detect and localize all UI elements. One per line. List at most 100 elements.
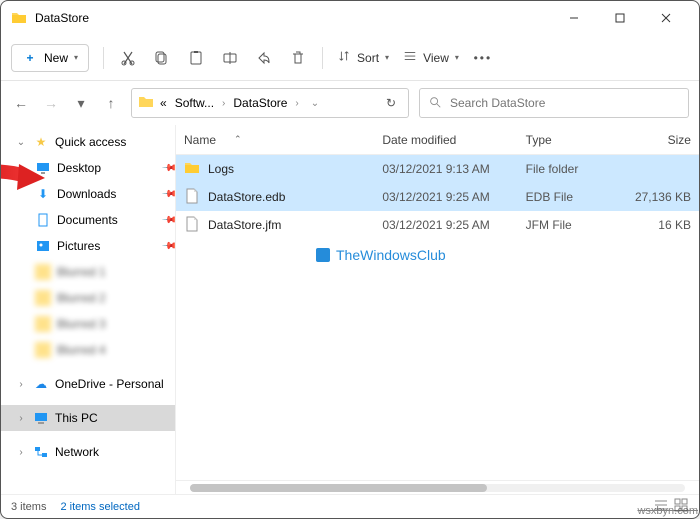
sidebar-item-this-pc[interactable]: › This PC: [1, 405, 175, 431]
column-header-size[interactable]: Size: [611, 133, 699, 147]
close-button[interactable]: [643, 1, 689, 35]
up-button[interactable]: ↑: [101, 93, 121, 113]
sort-indicator-icon: ⌃: [234, 134, 242, 145]
forward-button[interactable]: →: [41, 93, 61, 113]
recent-locations-button[interactable]: ▾: [71, 93, 91, 113]
sort-button[interactable]: Sort ▾: [337, 49, 389, 66]
sidebar-item-quick-access[interactable]: ⌄ ★ Quick access: [1, 129, 175, 155]
sidebar-item-onedrive[interactable]: › ☁ OneDrive - Personal: [1, 371, 175, 397]
window-title: DataStore: [35, 11, 89, 25]
sidebar-item-network[interactable]: › Network: [1, 439, 175, 465]
view-icon: [403, 49, 417, 66]
sidebar-item-blurred[interactable]: Blurred 4: [1, 337, 175, 363]
maximize-button[interactable]: [597, 1, 643, 35]
search-box[interactable]: [419, 88, 689, 118]
column-header-date[interactable]: Date modified: [374, 133, 517, 147]
chevron-right-icon[interactable]: ›: [220, 98, 227, 109]
search-input[interactable]: [450, 96, 680, 110]
new-button[interactable]: + New ▾: [11, 44, 89, 72]
title-bar: DataStore: [1, 1, 699, 35]
file-type: File folder: [518, 162, 611, 176]
sidebar-item-desktop[interactable]: Desktop 📌: [1, 155, 175, 181]
refresh-button[interactable]: ↻: [380, 96, 402, 110]
pin-icon: 📌: [160, 212, 176, 229]
chevron-right-icon[interactable]: ›: [293, 98, 300, 109]
status-bar: 3 items 2 items selected: [1, 494, 699, 518]
breadcrumb[interactable]: DataStore: [231, 96, 289, 110]
address-bar[interactable]: « Softw... › DataStore › ⌄ ↻: [131, 88, 409, 118]
column-header-name[interactable]: Name ⌃: [176, 133, 374, 147]
chevron-down-icon: ▾: [74, 53, 78, 62]
search-icon: [428, 95, 442, 112]
file-row[interactable]: DataStore.edb 03/12/2021 9:25 AMEDB File2…: [176, 183, 699, 211]
chevron-down-icon: ▾: [385, 53, 389, 62]
pin-icon: 📌: [160, 238, 176, 255]
rename-icon[interactable]: [220, 48, 240, 68]
file-date: 03/12/2021 9:25 AM: [374, 218, 517, 232]
file-rows: TheWindowsClub Logs 03/12/2021 9:13 AMFil…: [176, 155, 699, 480]
address-dropdown[interactable]: ⌄: [305, 98, 325, 109]
file-date: 03/12/2021 9:25 AM: [374, 190, 517, 204]
file-name: Logs: [208, 162, 234, 176]
network-icon: [33, 444, 49, 460]
more-icon[interactable]: •••: [473, 48, 493, 68]
sidebar-item-downloads[interactable]: ⬇ Downloads 📌: [1, 181, 175, 207]
file-date: 03/12/2021 9:13 AM: [374, 162, 517, 176]
file-size: 27,136 KB: [611, 190, 699, 204]
folder-icon: [184, 160, 200, 179]
minimize-button[interactable]: [551, 1, 597, 35]
sidebar-item-blurred[interactable]: Blurred 2: [1, 285, 175, 311]
chevron-down-icon: ▾: [455, 53, 459, 62]
column-header-type[interactable]: Type: [518, 133, 611, 147]
chevron-right-icon[interactable]: ›: [15, 447, 27, 458]
paste-icon[interactable]: [186, 48, 206, 68]
command-toolbar: + New ▾ Sort ▾ View ▾ •••: [1, 35, 699, 81]
file-type: JFM File: [518, 218, 611, 232]
sidebar-item-documents[interactable]: Documents 📌: [1, 207, 175, 233]
watermark: TheWindowsClub: [316, 247, 446, 263]
folder-icon: [11, 10, 27, 26]
pin-icon: 📌: [160, 160, 176, 177]
watermark-icon: [316, 248, 330, 262]
file-type: EDB File: [518, 190, 611, 204]
file-name: DataStore.edb: [208, 190, 285, 204]
breadcrumb-prefix: «: [158, 96, 169, 110]
back-button[interactable]: ←: [11, 93, 31, 113]
status-selected-count: 2 items selected: [60, 501, 139, 513]
new-label: New: [44, 51, 68, 65]
delete-icon[interactable]: [288, 48, 308, 68]
file-icon: [184, 216, 200, 235]
chevron-right-icon[interactable]: ›: [15, 379, 27, 390]
chevron-right-icon[interactable]: ›: [15, 413, 27, 424]
chevron-down-icon[interactable]: ⌄: [15, 137, 27, 148]
file-row[interactable]: DataStore.jfm03/12/2021 9:25 AMJFM File1…: [176, 211, 699, 239]
desktop-icon: [35, 160, 51, 176]
file-row[interactable]: Logs 03/12/2021 9:13 AMFile folder: [176, 155, 699, 183]
cut-icon[interactable]: [118, 48, 138, 68]
sidebar-item-pictures[interactable]: Pictures 📌: [1, 233, 175, 259]
status-item-count: 3 items: [11, 501, 46, 513]
copy-icon[interactable]: [152, 48, 172, 68]
main-area: ⌄ ★ Quick access Desktop 📌 ⬇ Downloads 📌…: [1, 125, 699, 494]
breadcrumb[interactable]: Softw...: [173, 96, 216, 110]
plus-icon: +: [22, 50, 38, 66]
horizontal-scrollbar[interactable]: [176, 480, 699, 494]
sidebar-item-blurred[interactable]: Blurred 1: [1, 259, 175, 285]
pictures-icon: [35, 238, 51, 254]
share-icon[interactable]: [254, 48, 274, 68]
documents-icon: [35, 212, 51, 228]
file-list: Name ⌃ Date modified Type Size TheWindow…: [176, 125, 699, 494]
column-headers: Name ⌃ Date modified Type Size: [176, 125, 699, 155]
pc-icon: [33, 410, 49, 426]
pin-icon: 📌: [160, 186, 176, 203]
sort-icon: [337, 49, 351, 66]
nav-bar: ← → ▾ ↑ « Softw... › DataStore › ⌄ ↻: [1, 81, 699, 125]
sidebar-item-blurred[interactable]: Blurred 3: [1, 311, 175, 337]
downloads-icon: ⬇: [35, 186, 51, 202]
star-icon: ★: [33, 134, 49, 150]
explorer-window: DataStore + New ▾ Sort ▾ View ▾: [0, 0, 700, 519]
source-caption: wsxbyn.com: [637, 505, 698, 517]
file-size: 16 KB: [611, 218, 699, 232]
navigation-pane: ⌄ ★ Quick access Desktop 📌 ⬇ Downloads 📌…: [1, 125, 176, 494]
view-button[interactable]: View ▾: [403, 49, 459, 66]
